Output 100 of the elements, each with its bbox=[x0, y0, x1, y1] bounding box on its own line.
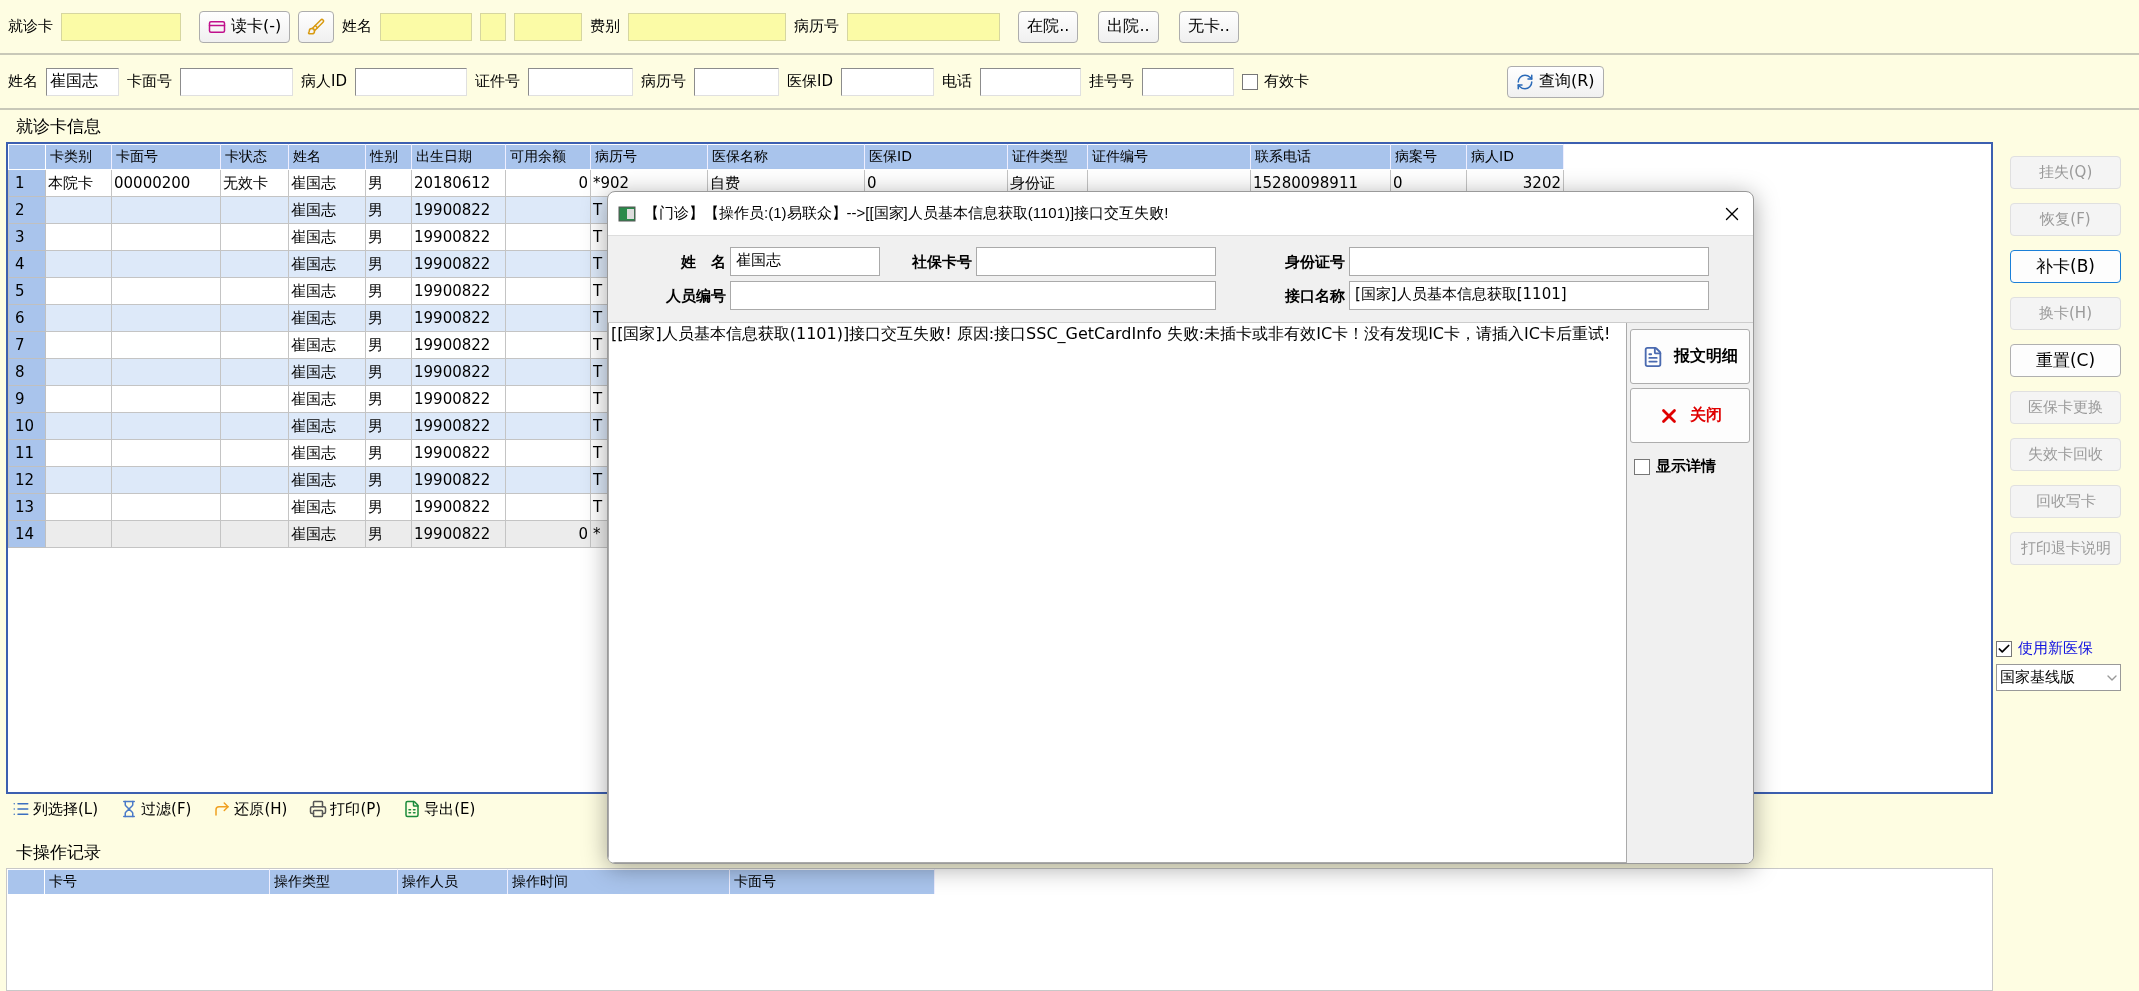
column-header[interactable]: 病案号 bbox=[1390, 144, 1467, 170]
column-header[interactable]: 卡面号 bbox=[729, 869, 935, 895]
input-field[interactable] bbox=[694, 67, 779, 96]
field-label: 费别 bbox=[590, 17, 621, 36]
field-label: 医保ID bbox=[787, 72, 833, 91]
column-header[interactable]: 可用余额 bbox=[505, 144, 591, 170]
table-cell: 崔国志 bbox=[288, 439, 366, 467]
query-button[interactable]: 查询(R) bbox=[1506, 65, 1604, 98]
table-cell bbox=[220, 439, 289, 467]
table-cell bbox=[220, 277, 289, 305]
column-header[interactable]: 证件类型 bbox=[1007, 144, 1088, 170]
filter-button[interactable]: 在院.. bbox=[1018, 10, 1079, 43]
row-number: 8 bbox=[8, 358, 46, 386]
close-button[interactable]: 关闭 bbox=[1630, 388, 1750, 443]
field-label: 卡面号 bbox=[127, 72, 172, 91]
column-header[interactable]: 卡号 bbox=[44, 869, 270, 895]
version-select[interactable]: 国家基线版 bbox=[1996, 664, 2121, 691]
column-header[interactable]: 证件编号 bbox=[1087, 144, 1251, 170]
input-field[interactable] bbox=[1141, 67, 1234, 96]
table-cell bbox=[220, 520, 289, 548]
input-field[interactable] bbox=[528, 67, 633, 96]
checkbox[interactable] bbox=[1996, 640, 2012, 657]
table-cell: 19900822 bbox=[411, 385, 506, 413]
read-card-button[interactable]: 读卡(-) bbox=[199, 10, 291, 43]
refresh-icon bbox=[1515, 72, 1534, 91]
column-header[interactable]: 联系电话 bbox=[1250, 144, 1391, 170]
input-field[interactable] bbox=[976, 247, 1216, 276]
checkbox[interactable] bbox=[1634, 458, 1650, 475]
detail-button[interactable]: 报文明细 bbox=[1630, 329, 1750, 384]
input-field[interactable] bbox=[61, 12, 181, 41]
checkbox-label: 使用新医保 bbox=[2018, 639, 2093, 658]
table-cell bbox=[220, 250, 289, 278]
column-header[interactable]: 病历号 bbox=[590, 144, 708, 170]
row-number: 9 bbox=[8, 385, 46, 413]
table-cell bbox=[45, 412, 112, 440]
input-field[interactable] bbox=[628, 12, 787, 41]
input-field[interactable]: 崔国志 bbox=[46, 67, 119, 96]
column-header[interactable]: 操作时间 bbox=[507, 869, 730, 895]
filter-button[interactable]: 无卡.. bbox=[1178, 10, 1239, 43]
row-number: 10 bbox=[8, 412, 46, 440]
row-number: 6 bbox=[8, 304, 46, 332]
table-cell: 19900822 bbox=[411, 439, 506, 467]
toolbar-button[interactable]: 还原(H) bbox=[213, 799, 288, 819]
table-cell bbox=[45, 358, 112, 386]
toolbar-button[interactable]: 过滤(F) bbox=[120, 799, 192, 819]
table-cell: 崔国志 bbox=[288, 331, 366, 359]
table-cell: 崔国志 bbox=[288, 358, 366, 386]
window-icon bbox=[618, 205, 636, 222]
input-field[interactable] bbox=[480, 12, 507, 41]
table-cell bbox=[220, 304, 289, 332]
column-header[interactable]: 操作人员 bbox=[397, 869, 508, 895]
filter-button[interactable]: 出院.. bbox=[1098, 10, 1159, 43]
input-field[interactable] bbox=[847, 12, 1001, 41]
printer-icon bbox=[309, 800, 328, 818]
table-cell bbox=[220, 466, 289, 494]
table-cell: 崔国志 bbox=[288, 304, 366, 332]
table-cell: 0 bbox=[505, 169, 591, 197]
table-cell bbox=[220, 412, 289, 440]
table-cell: 崔国志 bbox=[288, 412, 366, 440]
table-cell bbox=[45, 277, 112, 305]
clear-button[interactable] bbox=[298, 10, 335, 43]
input-field[interactable] bbox=[355, 67, 467, 96]
column-header[interactable]: 出生日期 bbox=[411, 144, 506, 170]
input-field[interactable] bbox=[514, 12, 583, 41]
table-cell: 19900822 bbox=[411, 466, 506, 494]
input-field[interactable] bbox=[730, 281, 1216, 310]
table-cell bbox=[220, 223, 289, 251]
toolbar-button[interactable]: 列选择(L) bbox=[12, 799, 99, 819]
column-header[interactable]: 卡类别 bbox=[45, 144, 112, 170]
input-field[interactable] bbox=[180, 67, 293, 96]
table-cell bbox=[45, 250, 112, 278]
column-header[interactable]: 医保名称 bbox=[707, 144, 865, 170]
error-message: [[国家]人员基本信息获取(1101)]接口交互失败! 原因:接口SSC_GetCardInfo 失败:未插卡或非有效IC卡！没有发现IC卡，请插入IC卡后重试! bbox=[608, 323, 1627, 863]
input-field[interactable]: 崔国志 bbox=[730, 247, 880, 276]
table-cell: 崔国志 bbox=[288, 277, 366, 305]
field-label: 病人ID bbox=[301, 72, 347, 91]
row-number: 11 bbox=[8, 439, 46, 467]
table-cell bbox=[45, 493, 112, 521]
action-button[interactable]: 补卡(B) bbox=[2010, 250, 2121, 283]
row-number: 13 bbox=[8, 493, 46, 521]
column-header[interactable]: 姓名 bbox=[288, 144, 366, 170]
column-header[interactable]: 病人ID bbox=[1466, 144, 1564, 170]
table-cell: 0 bbox=[505, 520, 591, 548]
field-label: 姓名 bbox=[342, 17, 373, 36]
action-button[interactable]: 重置(C) bbox=[2010, 344, 2121, 377]
checkbox-label: 有效卡 bbox=[1263, 72, 1309, 91]
input-field[interactable] bbox=[979, 67, 1081, 96]
group-title: 就诊卡信息 bbox=[15, 115, 102, 138]
column-header[interactable]: 操作类型 bbox=[269, 869, 398, 895]
input-field[interactable] bbox=[840, 67, 934, 96]
column-header[interactable]: 医保ID bbox=[864, 144, 1008, 170]
checkbox[interactable] bbox=[1241, 73, 1258, 90]
input-field[interactable] bbox=[380, 12, 473, 41]
input-field[interactable] bbox=[1349, 247, 1709, 276]
column-header[interactable]: 卡状态 bbox=[220, 144, 289, 170]
toolbar-button[interactable]: 打印(P) bbox=[309, 799, 382, 819]
column-header[interactable]: 性别 bbox=[365, 144, 412, 170]
toolbar-button[interactable]: 导出(E) bbox=[403, 799, 476, 819]
input-field[interactable]: [国家]人员基本信息获取[1101] bbox=[1349, 281, 1709, 310]
column-header[interactable]: 卡面号 bbox=[111, 144, 221, 170]
